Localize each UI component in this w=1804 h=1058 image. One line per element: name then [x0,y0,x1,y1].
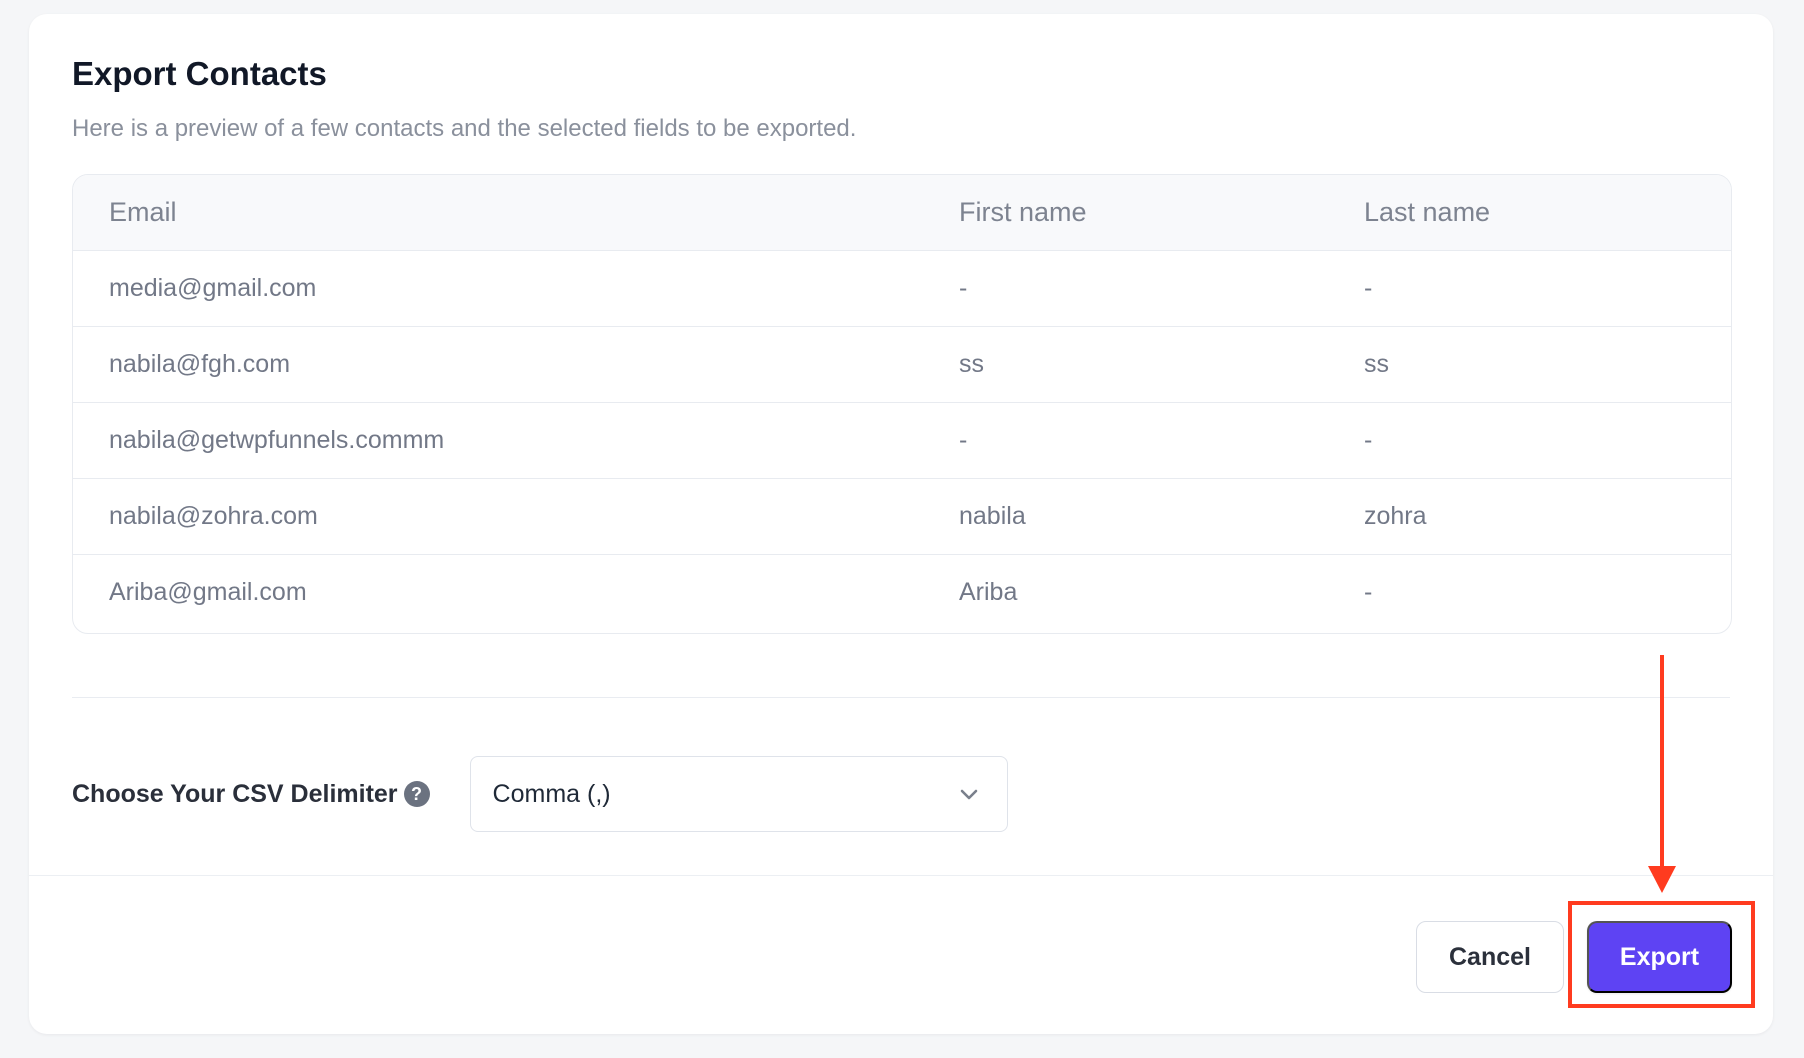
help-icon[interactable]: ? [403,781,430,807]
column-header-email: Email [109,197,177,228]
csv-delimiter-label: Choose Your CSV Delimiter [72,779,398,808]
email-cell: nabila@zohra.com [109,502,318,530]
first-name-cell: nabila [959,502,1026,530]
contacts-preview-table: Email First name Last name media@gmail.c… [72,174,1732,634]
last-name-cell: - [1364,426,1373,454]
first-name-cell: ss [959,350,984,378]
section-divider [72,697,1730,698]
column-header-last-name: Last name [1364,197,1491,228]
cancel-button[interactable]: Cancel [1416,921,1564,993]
export-button[interactable]: Export [1587,921,1732,993]
last-name-cell: zohra [1364,502,1427,530]
table-row: Ariba@gmail.com Ariba - [73,554,1731,630]
last-name-cell: ss [1364,350,1389,378]
table-row: nabila@getwpfunnels.commm - - [73,402,1731,478]
table-row: nabila@fgh.com ss ss [73,326,1731,402]
table-body: media@gmail.com - - nabila@fgh.com ss ss… [73,250,1731,630]
page-subtitle: Here is a preview of a few contacts and … [72,115,857,142]
contacts-table: Email First name Last name media@gmail.c… [73,175,1731,630]
selected-delimiter-value: Comma (,) [492,779,611,808]
last-name-cell: - [1364,274,1373,302]
first-name-cell: - [959,274,968,302]
column-header-first-name: First name [959,197,1087,228]
email-cell: nabila@fgh.com [109,350,291,378]
table-row: media@gmail.com - - [73,250,1731,326]
email-cell: media@gmail.com [109,274,317,302]
table-header-row: Email First name Last name [73,175,1731,250]
chevron-down-icon [957,782,981,806]
csv-delimiter-row: Choose Your CSV Delimiter ? Comma (,) [72,754,1008,834]
page-title: Export Contacts [72,55,327,92]
table-header: Email First name Last name [73,175,1731,250]
csv-delimiter-select[interactable]: Comma (,) [469,756,1008,832]
first-name-cell: - [959,426,968,454]
email-cell: Ariba@gmail.com [109,578,307,607]
email-cell: nabila@getwpfunnels.commm [109,426,445,454]
last-name-cell: - [1364,578,1373,607]
footer-divider [29,875,1773,876]
export-contacts-card: Export Contacts Here is a preview of a f… [29,14,1773,1034]
first-name-cell: Ariba [959,578,1018,607]
table-row: nabila@zohra.com nabila zohra [73,478,1731,554]
